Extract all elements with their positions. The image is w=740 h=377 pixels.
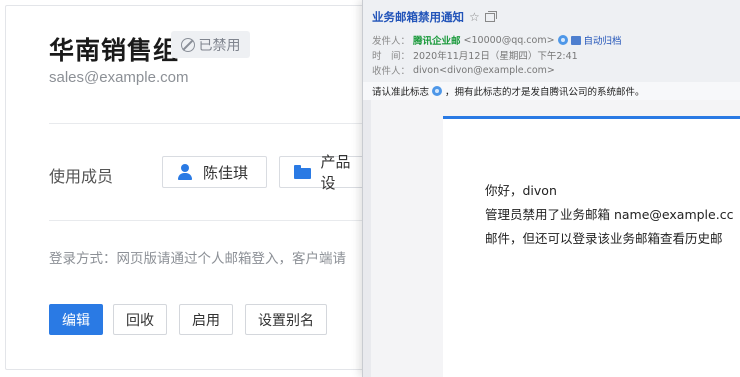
time-value: 2020年11月12日（星期四）下午2:41	[413, 51, 578, 62]
tencent-badge-icon	[432, 86, 443, 96]
mail-preview-window: 业务邮箱禁用通知 ☆ 发件人： 腾讯企业邮 <10000@qq.com> 自动归…	[362, 0, 740, 377]
recipient-value: divon<divon@example.com>	[413, 64, 555, 76]
mail-left-strip	[363, 100, 371, 377]
mail-body-line-2: 邮件，但还可以登录该业务邮箱查看历史邮	[485, 231, 723, 246]
mail-subject: 业务邮箱禁用通知 ☆	[372, 9, 497, 25]
archive-icon[interactable]	[570, 35, 581, 45]
enable-button[interactable]: 启用	[179, 304, 233, 335]
mail-subject-text: 业务邮箱禁用通知	[372, 10, 464, 24]
time-label: 时 间：	[372, 51, 411, 62]
sender-label: 发件人：	[372, 36, 411, 47]
ban-icon	[180, 37, 195, 52]
department-name: 产品设	[320, 153, 351, 192]
status-badge-label: 已禁用	[198, 37, 241, 54]
star-icon[interactable]: ☆	[469, 10, 480, 24]
recipient-label: 收件人：	[372, 66, 411, 77]
mail-body-line-1: 管理员禁用了业务邮箱 name@example.cc	[485, 207, 734, 222]
status-badge: 已禁用	[171, 31, 250, 58]
open-window-icon[interactable]	[484, 10, 497, 22]
sender-name[interactable]: 腾讯企业邮	[413, 33, 461, 47]
group-email: sales@example.com	[49, 69, 189, 86]
recall-button[interactable]: 回收	[113, 304, 167, 335]
login-method-text: 登录方式：网页版请通过个人邮箱登入，客户端请	[49, 251, 346, 267]
mail-sender-row: 发件人： 腾讯企业邮 <10000@qq.com> 自动归档	[372, 33, 622, 48]
group-title: 华南销售组	[49, 36, 180, 65]
edit-button[interactable]: 编辑	[49, 304, 103, 335]
sender-address: <10000@qq.com>	[463, 34, 555, 46]
divider-top	[49, 123, 369, 124]
verified-badge-icon	[557, 35, 568, 45]
notice-prefix: 请认准此标志	[372, 87, 430, 98]
auto-archive-link[interactable]: 自动归档	[584, 33, 622, 47]
folder-icon	[294, 165, 311, 179]
authenticity-notice: 请认准此标志 ，拥有此标志的才是发自腾讯公司的系统邮件。	[363, 82, 740, 100]
member-chip-person[interactable]: 陈佳琪	[162, 156, 267, 188]
member-name: 陈佳琪	[203, 163, 249, 182]
members-label: 使用成员	[49, 167, 114, 186]
set-alias-button[interactable]: 设置别名	[245, 304, 327, 335]
divider-bottom	[49, 220, 369, 221]
mail-time-row: 时 间： 2020年11月12日（星期四）下午2:41	[372, 48, 578, 62]
mail-greeting: 你好，divon	[485, 183, 557, 198]
mail-recipient-row: 收件人： divon<divon@example.com>	[372, 63, 555, 78]
person-icon	[177, 164, 193, 180]
notice-suffix: ，拥有此标志的才是发自腾讯公司的系统邮件。	[445, 87, 645, 98]
